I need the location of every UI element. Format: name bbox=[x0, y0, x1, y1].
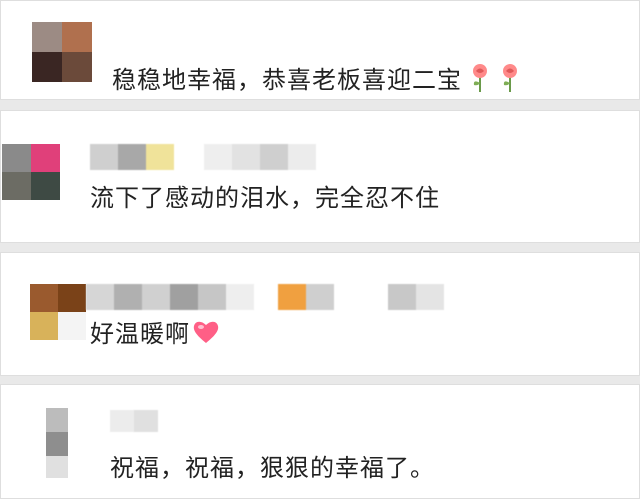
comment-card: 流下了感动的泪水，完全忍不住 bbox=[0, 110, 640, 243]
rose-icon bbox=[468, 63, 492, 99]
avatar[interactable] bbox=[32, 22, 92, 82]
comment-text: 好温暖啊 bbox=[90, 314, 220, 351]
comment-body: 流下了感动的泪水，完全忍不住 bbox=[90, 184, 440, 212]
comment-body: 好温暖啊 bbox=[90, 320, 190, 348]
comment-body: 祝福，祝福，狠狠的幸福了。 bbox=[110, 454, 435, 482]
avatar[interactable] bbox=[46, 408, 68, 478]
comment-text: 稳稳地幸福，恭喜老板喜迎二宝 bbox=[112, 60, 522, 99]
comment-card: 稳稳地幸福，恭喜老板喜迎二宝 bbox=[0, 0, 640, 100]
avatar[interactable] bbox=[2, 144, 60, 200]
comment-text: 流下了感动的泪水，完全忍不住 bbox=[90, 178, 440, 213]
comment-body: 稳稳地幸福，恭喜老板喜迎二宝 bbox=[112, 66, 462, 94]
comment-text: 祝福，祝福，狠狠的幸福了。 bbox=[110, 448, 435, 483]
rose-icon bbox=[498, 63, 522, 99]
avatar[interactable] bbox=[30, 284, 86, 340]
comment-card: 祝福，祝福，狠狠的幸福了。 bbox=[0, 384, 640, 499]
comment-card: 好温暖啊 bbox=[0, 252, 640, 376]
heart-icon bbox=[192, 319, 220, 351]
